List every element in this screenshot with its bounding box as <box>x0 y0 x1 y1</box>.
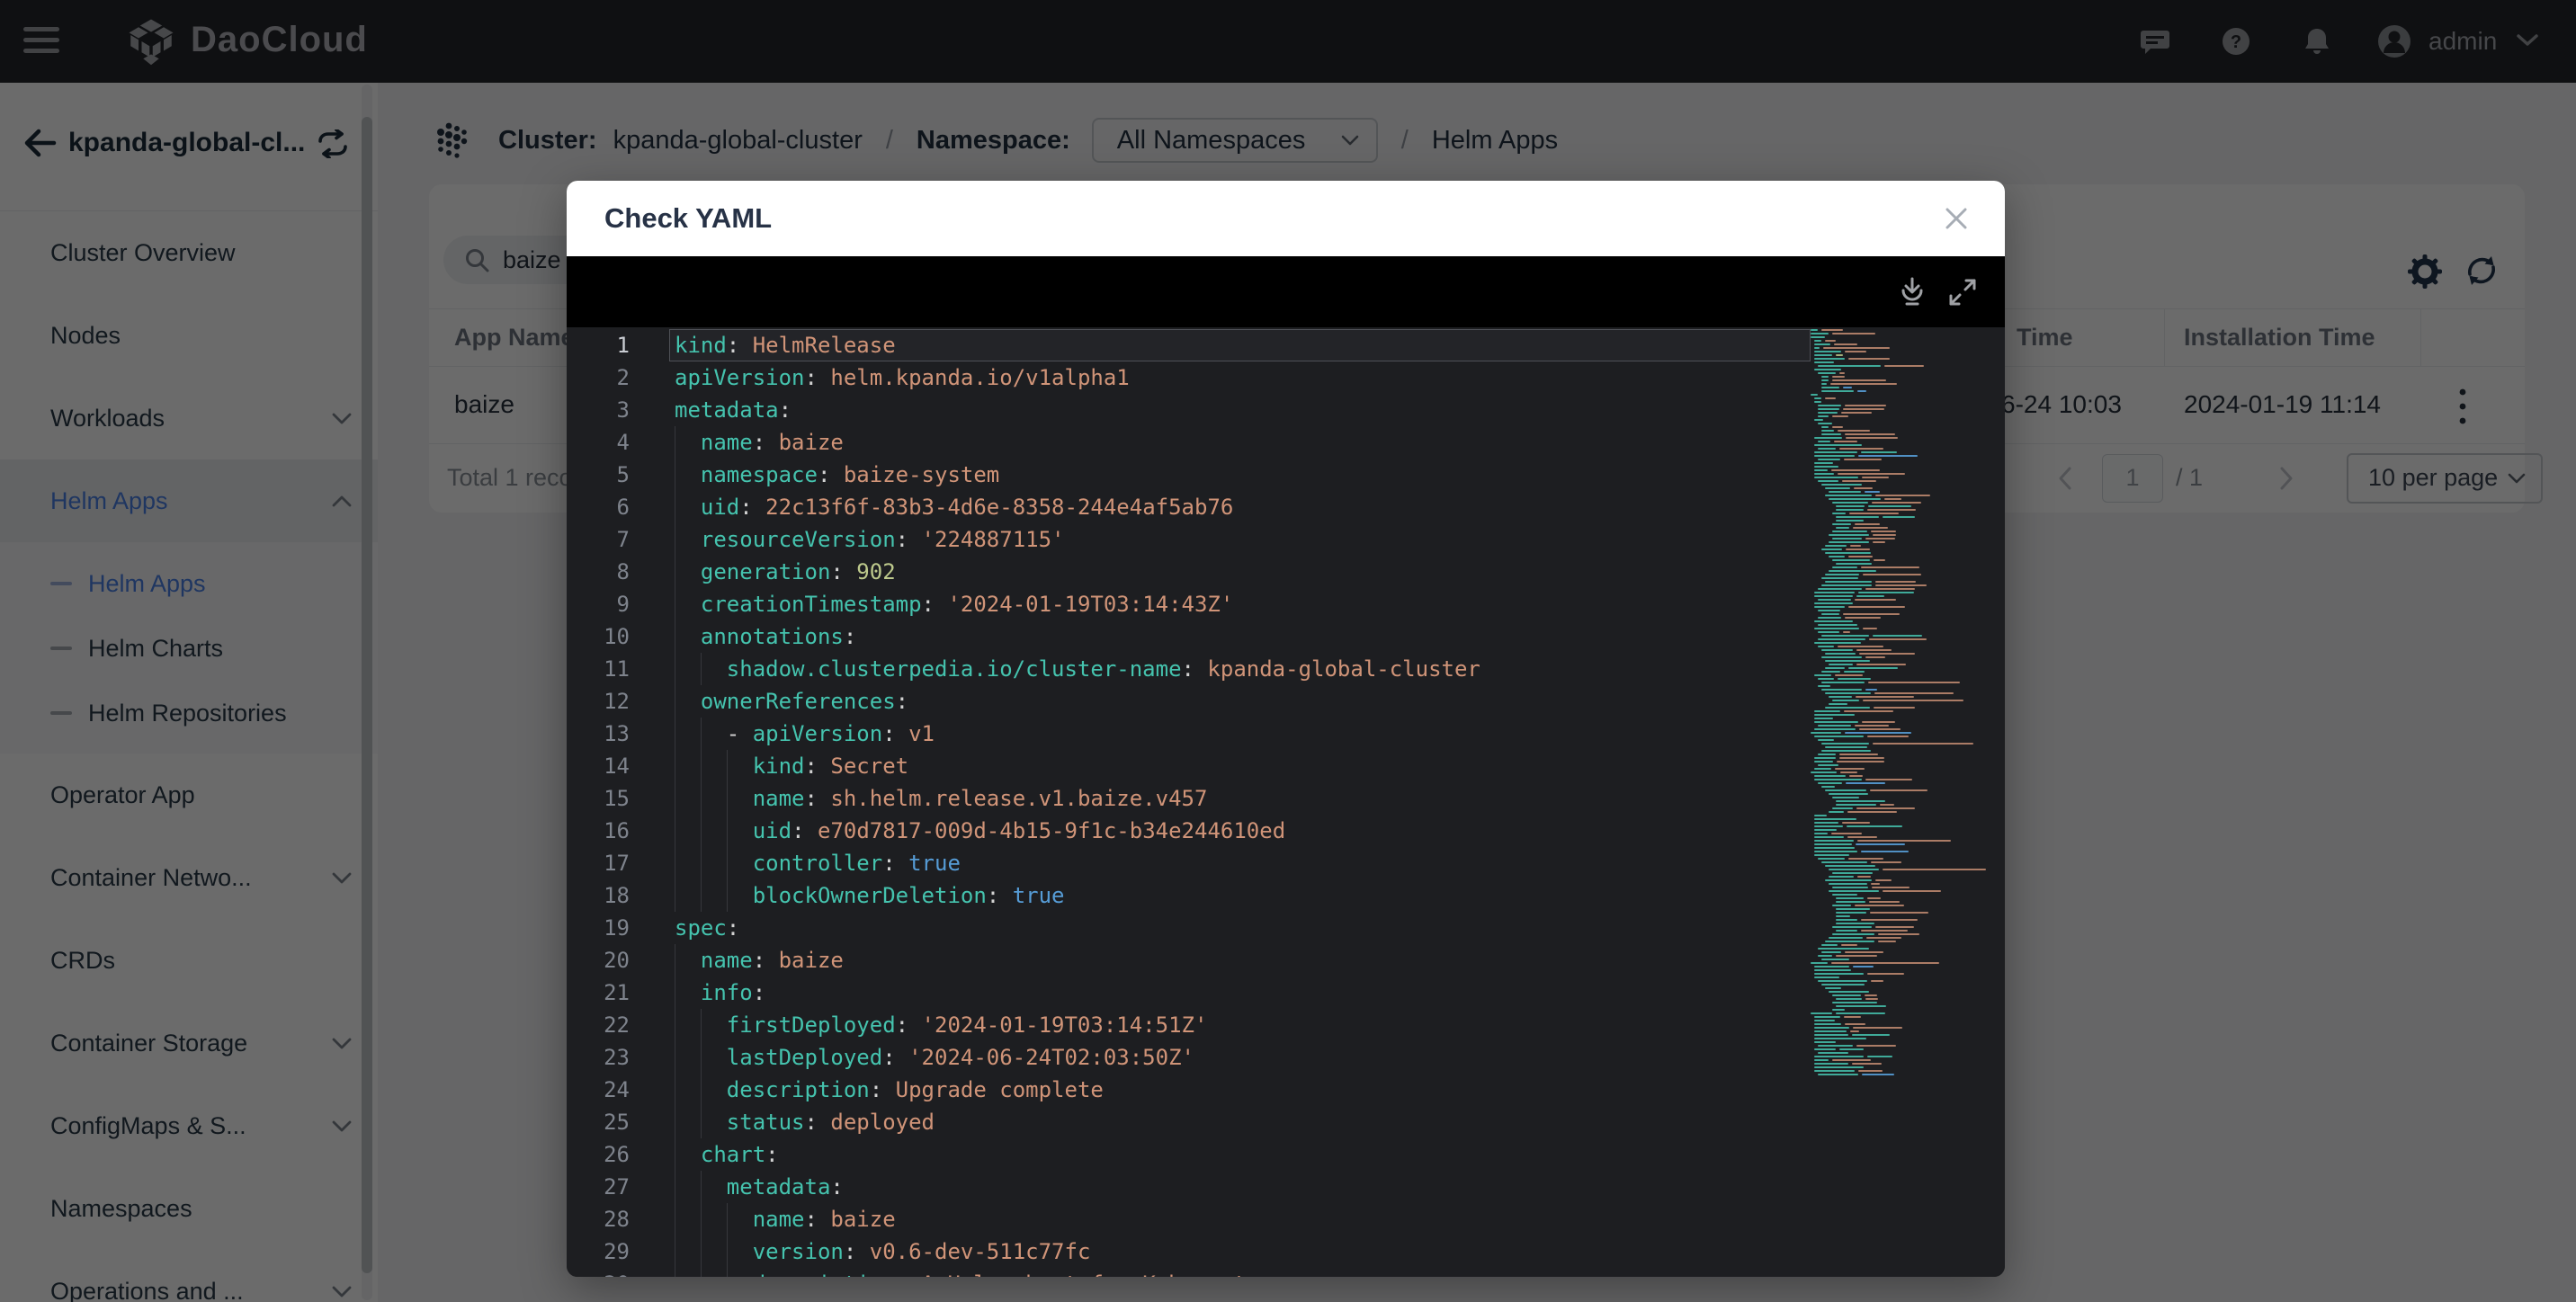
code-line-24: 24 description: Upgrade complete <box>567 1074 2005 1106</box>
line-number: 20 <box>567 944 630 976</box>
code-line-10: 10 annotations: <box>567 620 2005 653</box>
code-line-18: 18 blockOwnerDeletion: true <box>567 879 2005 912</box>
code-line-29: 29 version: v0.6-dev-511c77fc <box>567 1235 2005 1268</box>
line-number: 24 <box>567 1074 630 1106</box>
code-line-2: 2apiVersion: helm.kpanda.io/v1alpha1 <box>567 361 2005 394</box>
line-number: 27 <box>567 1171 630 1203</box>
screen: DaoCloud ? admin kpanda-global-cl... <box>0 0 2576 1302</box>
modal-header: Check YAML <box>567 181 2005 256</box>
check-yaml-modal: Check YAML <box>567 181 2005 1277</box>
modal-title: Check YAML <box>604 181 772 256</box>
code-line-4: 4 name: baize <box>567 426 2005 459</box>
line-number: 12 <box>567 685 630 718</box>
code-line-15: 15 name: sh.helm.release.v1.baize.v457 <box>567 782 2005 815</box>
download-icon[interactable] <box>1896 276 1928 308</box>
line-number: 26 <box>567 1138 630 1171</box>
line-number: 1 <box>567 329 630 361</box>
code-line-3: 3metadata: <box>567 394 2005 426</box>
line-number: 16 <box>567 815 630 847</box>
line-number: 28 <box>567 1203 630 1235</box>
code-line-9: 9 creationTimestamp: '2024-01-19T03:14:4… <box>567 588 2005 620</box>
line-number: 14 <box>567 750 630 782</box>
code-line-17: 17 controller: true <box>567 847 2005 879</box>
code-line-1: 1kind: HelmRelease <box>567 329 2005 361</box>
code-line-13: 13 - apiVersion: v1 <box>567 718 2005 750</box>
code-line-11: 11 shadow.clusterpedia.io/cluster-name: … <box>567 653 2005 685</box>
line-number: 18 <box>567 879 630 912</box>
code-line-7: 7 resourceVersion: '224887115' <box>567 523 2005 556</box>
line-number: 22 <box>567 1009 630 1041</box>
code-line-21: 21 info: <box>567 976 2005 1009</box>
code-line-25: 25 status: deployed <box>567 1106 2005 1138</box>
line-number: 6 <box>567 491 630 523</box>
editor-code-area[interactable]: 1kind: HelmRelease2apiVersion: helm.kpan… <box>567 329 2005 1277</box>
yaml-editor[interactable]: 1kind: HelmRelease2apiVersion: helm.kpan… <box>567 327 2005 1277</box>
close-icon[interactable] <box>1940 202 1972 235</box>
line-number: 3 <box>567 394 630 426</box>
code-line-19: 19spec: <box>567 912 2005 944</box>
code-line-27: 27 metadata: <box>567 1171 2005 1203</box>
line-number: 5 <box>567 459 630 491</box>
code-line-16: 16 uid: e70d7817-009d-4b15-9f1c-b34e2446… <box>567 815 2005 847</box>
line-number: 19 <box>567 912 630 944</box>
code-line-28: 28 name: baize <box>567 1203 2005 1235</box>
code-line-26: 26 chart: <box>567 1138 2005 1171</box>
editor-toolbar <box>567 256 2005 327</box>
code-line-6: 6 uid: 22c13f6f-83b3-4d6e-8358-244e4af5a… <box>567 491 2005 523</box>
code-line-5: 5 namespace: baize-system <box>567 459 2005 491</box>
line-number: 21 <box>567 976 630 1009</box>
code-line-30: 30 description: A Helm chart for Kuberne… <box>567 1268 2005 1277</box>
line-number: 2 <box>567 361 630 394</box>
line-number: 10 <box>567 620 630 653</box>
line-number: 9 <box>567 588 630 620</box>
line-number: 15 <box>567 782 630 815</box>
code-line-8: 8 generation: 902 <box>567 556 2005 588</box>
line-number: 8 <box>567 556 630 588</box>
line-number: 13 <box>567 718 630 750</box>
editor-minimap[interactable] <box>1805 329 2001 1077</box>
line-number: 7 <box>567 523 630 556</box>
code-line-22: 22 firstDeployed: '2024-01-19T03:14:51Z' <box>567 1009 2005 1041</box>
code-line-20: 20 name: baize <box>567 944 2005 976</box>
code-line-23: 23 lastDeployed: '2024-06-24T02:03:50Z' <box>567 1041 2005 1074</box>
line-number: 4 <box>567 426 630 459</box>
code-line-14: 14 kind: Secret <box>567 750 2005 782</box>
line-number: 23 <box>567 1041 630 1074</box>
code-line-12: 12 ownerReferences: <box>567 685 2005 718</box>
line-number: 29 <box>567 1235 630 1268</box>
line-number: 25 <box>567 1106 630 1138</box>
line-number: 11 <box>567 653 630 685</box>
line-number: 30 <box>567 1268 630 1277</box>
line-number: 17 <box>567 847 630 879</box>
fullscreen-icon[interactable] <box>1946 276 1979 308</box>
